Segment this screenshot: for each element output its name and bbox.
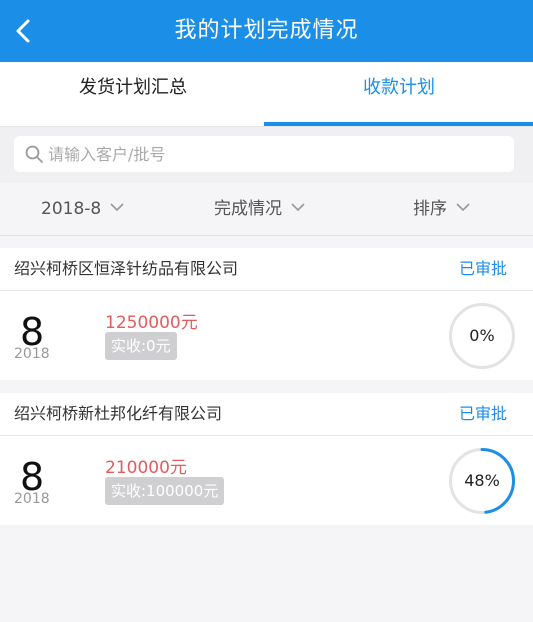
title-bar: 我的计划完成情况 (0, 0, 533, 62)
plan-card[interactable]: 绍兴柯桥区恒泽针纺品有限公司 已审批 8 2018 1250000元 实收:0元… (0, 248, 533, 380)
tab-payment-plan[interactable]: 收款计划 (266, 62, 532, 126)
filter-bar: 2018-8 完成情况 排序 (0, 183, 533, 236)
chevron-down-icon (110, 203, 124, 211)
month-filter[interactable]: 2018-8 (41, 183, 125, 235)
month-filter-label: 2018-8 (41, 199, 102, 219)
chevron-down-icon (291, 203, 305, 211)
completion-filter[interactable]: 完成情况 (214, 183, 306, 235)
tab-bar: 发货计划汇总 收款计划 (0, 62, 533, 127)
chevron-down-icon (456, 203, 470, 211)
sort-filter[interactable]: 排序 (413, 183, 471, 235)
tab-shipping-plan-summary[interactable]: 发货计划汇总 (0, 62, 266, 126)
plan-card-header: 绍兴柯桥新杜邦化纤有限公司 已审批 (0, 393, 533, 436)
search-box[interactable] (14, 136, 514, 172)
plan-year: 2018 (14, 491, 50, 507)
search-icon (25, 145, 43, 163)
received-amount-badge: 实收:100000元 (105, 477, 225, 505)
plan-card-header: 绍兴柯桥区恒泽针纺品有限公司 已审批 (0, 248, 533, 291)
planned-amount: 1250000元 (105, 313, 198, 333)
approval-status[interactable]: 已审批 (459, 248, 507, 290)
page-title: 我的计划完成情况 (174, 18, 359, 43)
approval-status[interactable]: 已审批 (459, 393, 507, 435)
plan-year: 2018 (14, 346, 50, 362)
company-name: 绍兴柯桥区恒泽针纺品有限公司 (14, 259, 239, 278)
progress-percent: 48% (464, 471, 500, 490)
active-tab-indicator (264, 122, 533, 126)
company-name: 绍兴柯桥新杜邦化纤有限公司 (14, 404, 223, 423)
completion-filter-label: 完成情况 (214, 199, 282, 219)
planned-amount: 210000元 (105, 458, 187, 478)
search-input[interactable] (48, 136, 498, 172)
progress-percent: 0% (469, 326, 495, 345)
sort-filter-label: 排序 (413, 199, 447, 219)
search-bar (0, 127, 533, 183)
received-amount-badge: 实收:0元 (105, 332, 177, 360)
plan-card[interactable]: 绍兴柯桥新杜邦化纤有限公司 已审批 8 2018 210000元 实收:1000… (0, 393, 533, 525)
